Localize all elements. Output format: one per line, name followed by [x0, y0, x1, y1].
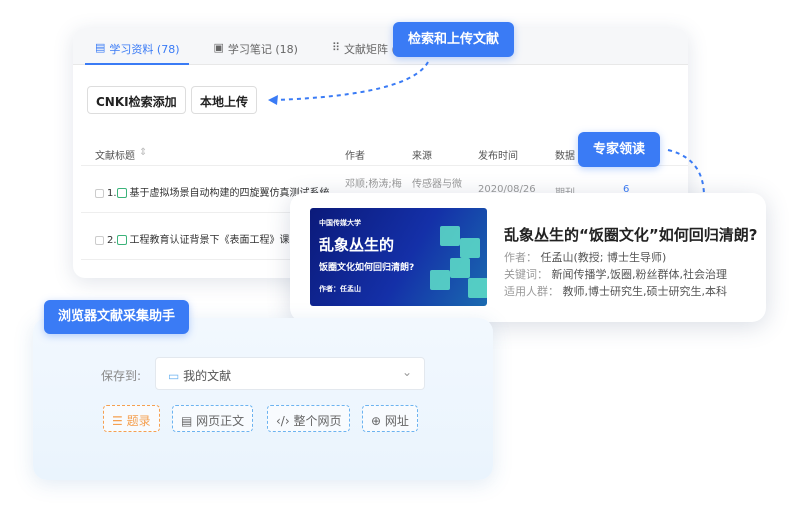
mode-page-text-button[interactable]: ▤ 网页正文 — [172, 405, 254, 432]
mode-full-page-button[interactable]: ‹/› 整个网页 — [267, 405, 351, 432]
save-to-label: 保存到: — [101, 369, 142, 383]
callout-assistant: 浏览器文献采集助手 — [44, 300, 189, 334]
browser-assistant-panel: 保存到: ▭ 我的文献 ⌄ ☰ 题录 ▤ 网页正文 ‹/› 整个网页 ⊕ 网址 — [33, 318, 493, 480]
folder-icon: ▭ — [168, 369, 180, 383]
article-title[interactable]: 乱象丛生的“饭圈文化”如何回归清朗? — [504, 224, 757, 245]
expert-reading-card[interactable]: 中国传媒大学 乱象丛生的 饭圈文化如何回归清朗? 作者：任孟山 乱象丛生的“饭圈… — [290, 193, 766, 322]
callout-search-upload: 检索和上传文献 — [393, 22, 514, 57]
callout-expert: 专家领读 — [578, 132, 660, 167]
chevron-down-icon: ⌄ — [401, 365, 412, 379]
cover-image: 中国传媒大学 乱象丛生的 饭圈文化如何回归清朗? 作者：任孟山 — [310, 208, 487, 306]
mode-url-button[interactable]: ⊕ 网址 — [362, 405, 418, 432]
mode-citation-button[interactable]: ☰ 题录 — [103, 405, 160, 432]
folder-select[interactable]: ▭ 我的文献 ⌄ — [155, 357, 425, 390]
